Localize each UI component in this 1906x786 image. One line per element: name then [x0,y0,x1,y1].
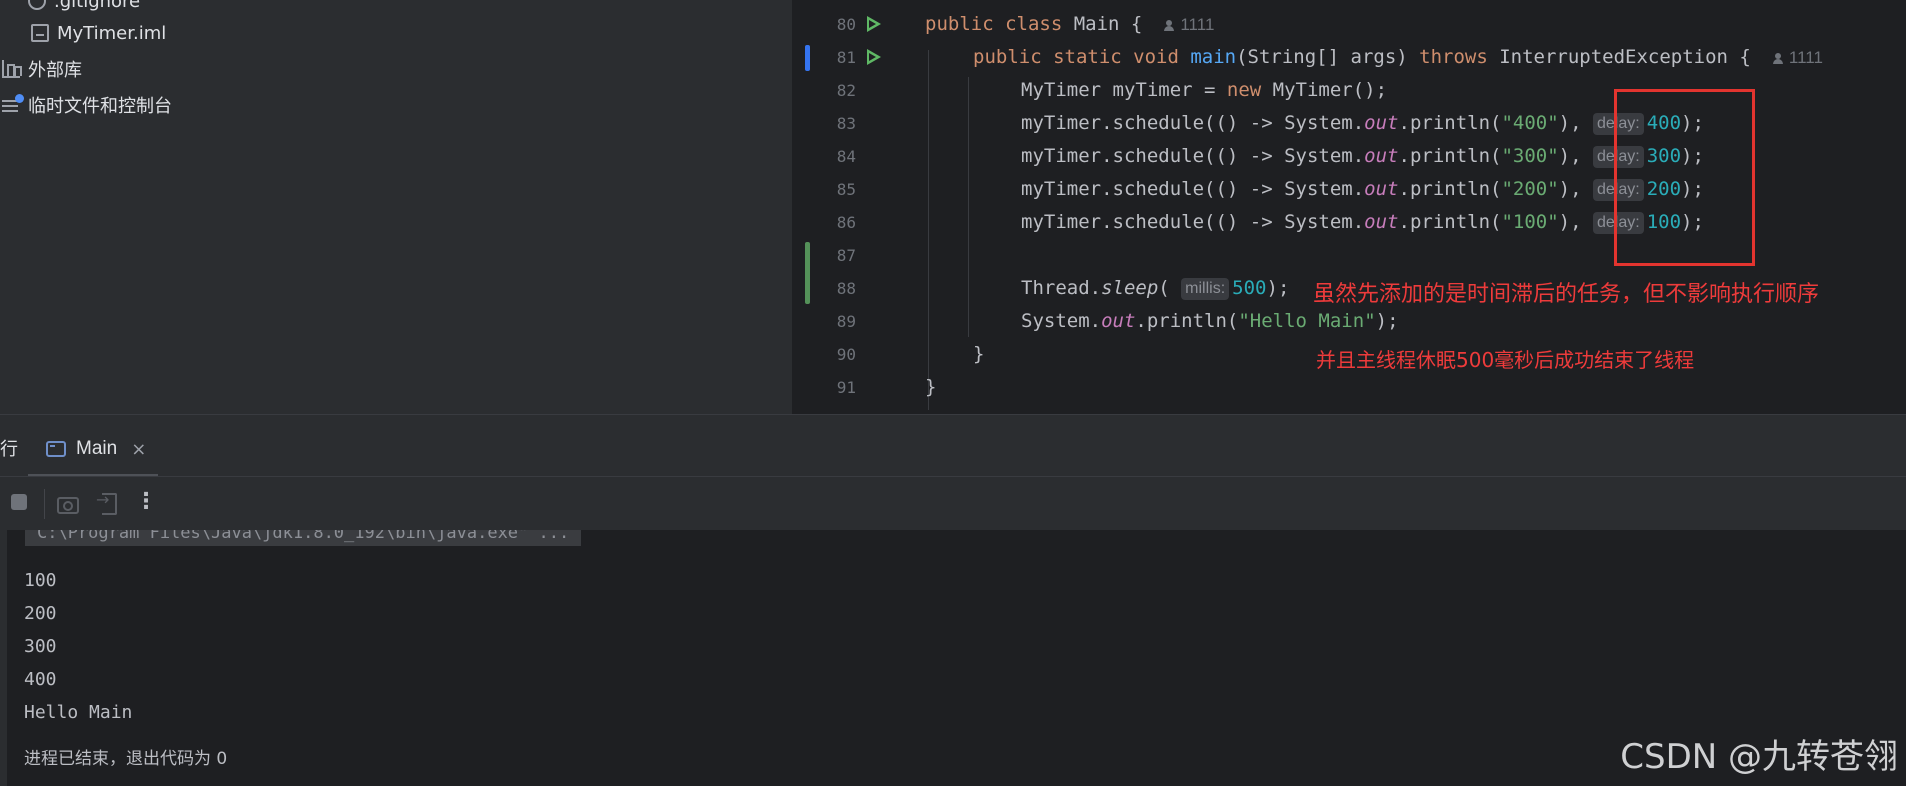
run-tool-window: 行 Main × ⋮ C:\Program Files\Java\jdk1.8.… [0,414,1906,786]
person-icon [1772,53,1783,64]
author-name: 1111 [1180,15,1215,34]
code-line-83: myTimer.schedule(() -> System.out.printl… [1021,112,1704,135]
tab-main[interactable]: Main × [28,429,159,477]
code-line-90: } [973,343,985,365]
code-line-86: myTimer.schedule(() -> System.out.printl… [1021,211,1704,234]
iml-file-icon [31,24,49,42]
run-main-icon[interactable] [864,48,882,66]
code-line-91: } [925,376,937,398]
tool-window-title: 行 [0,439,18,460]
command-line[interactable]: C:\Program Files\Java\jdk1.8.0_192\bin\j… [25,530,582,546]
added-lines-marker[interactable] [805,242,810,304]
highlight-box [1614,89,1755,266]
output-line: 300 [24,636,57,657]
modified-line-marker[interactable] [805,45,810,71]
console-tab-icon [46,441,66,457]
line-number: 80 [836,15,856,34]
line-number: 84 [836,147,856,166]
code-line-89: System.out.println("Hello Main"); [1021,310,1399,332]
line-number: 85 [836,180,856,199]
run-tab-bar: 行 Main × [0,414,1906,477]
tree-item-label: .gitignore [54,0,141,12]
screenshot-camera-icon[interactable] [56,491,79,514]
close-icon[interactable]: × [131,439,146,460]
line-number: 87 [836,246,856,265]
indent-guide [968,77,969,337]
run-class-icon[interactable] [864,15,882,33]
toolbar-divider [44,489,45,519]
code-editor[interactable]: 80 81 82 83 84 85 86 87 88 89 90 91 publ… [792,0,1906,414]
param-hint-millis: millis: [1181,278,1230,300]
tree-item-scratches[interactable]: 临时文件和控制台 [2,90,172,120]
line-number: 81 [836,48,856,67]
line-number: 90 [836,345,856,364]
tree-item-external-libraries[interactable]: 外部库 [2,54,82,84]
line-number: 88 [836,279,856,298]
stop-button[interactable] [8,491,30,513]
tree-item-gitignore[interactable]: .gitignore [28,0,140,16]
line-number: 89 [836,312,856,331]
scratches-icon [2,94,24,114]
gitignore-file-icon [28,0,46,10]
more-options-button[interactable]: ⋮ [135,491,157,513]
tree-item-label: MyTimer.iml [57,22,167,44]
tree-item-mytimer-iml[interactable]: MyTimer.iml [31,18,166,48]
output-line: Hello Main [24,702,133,723]
code-line-82: MyTimer myTimer = new MyTimer(); [1021,79,1388,101]
process-exit-message: 进程已结束，退出代码为 0 [24,749,228,769]
annotation-line-1: 虽然先添加的是时间滞后的任务，但不影响执行顺序 [1313,282,1820,307]
code-author-hint[interactable]: 1111 [1164,15,1214,34]
person-icon [1164,20,1175,31]
output-line: 400 [24,669,57,690]
watermark: CSDN @九转苍翎 [1620,737,1898,777]
code-line-80: public class Main {1111 [925,13,1215,35]
run-toolbar: ⋮ [0,476,1906,530]
tab-label: Main [76,438,118,459]
line-number: 91 [836,378,856,397]
tree-item-label: 外部库 [28,60,82,81]
indent-guide [928,50,929,410]
code-line-88: Thread.sleep( millis: 500); [1021,277,1290,300]
attach-debugger-icon[interactable] [96,490,118,515]
sleep-value: 500 [1232,277,1267,299]
hello-string: "Hello Main" [1238,310,1376,332]
output-line: 100 [24,570,57,591]
code-line-81: public static void main(String[] args) t… [973,46,1823,68]
line-number: 83 [836,114,856,133]
code-line-84: myTimer.schedule(() -> System.out.printl… [1021,145,1704,168]
project-panel: .gitignore MyTimer.iml 外部库 临时文件和控制台 [0,0,792,414]
tree-item-label: 临时文件和控制台 [28,96,172,117]
author-name: 1111 [1788,48,1823,67]
line-number: 86 [836,213,856,232]
line-number: 82 [836,81,856,100]
library-icon [2,60,22,78]
code-line-85: myTimer.schedule(() -> System.out.printl… [1021,178,1704,201]
annotation-line-2: 并且主线程休眠500毫秒后成功结束了线程 [1316,348,1695,372]
output-line: 200 [24,603,57,624]
code-author-hint[interactable]: 1111 [1772,48,1823,67]
